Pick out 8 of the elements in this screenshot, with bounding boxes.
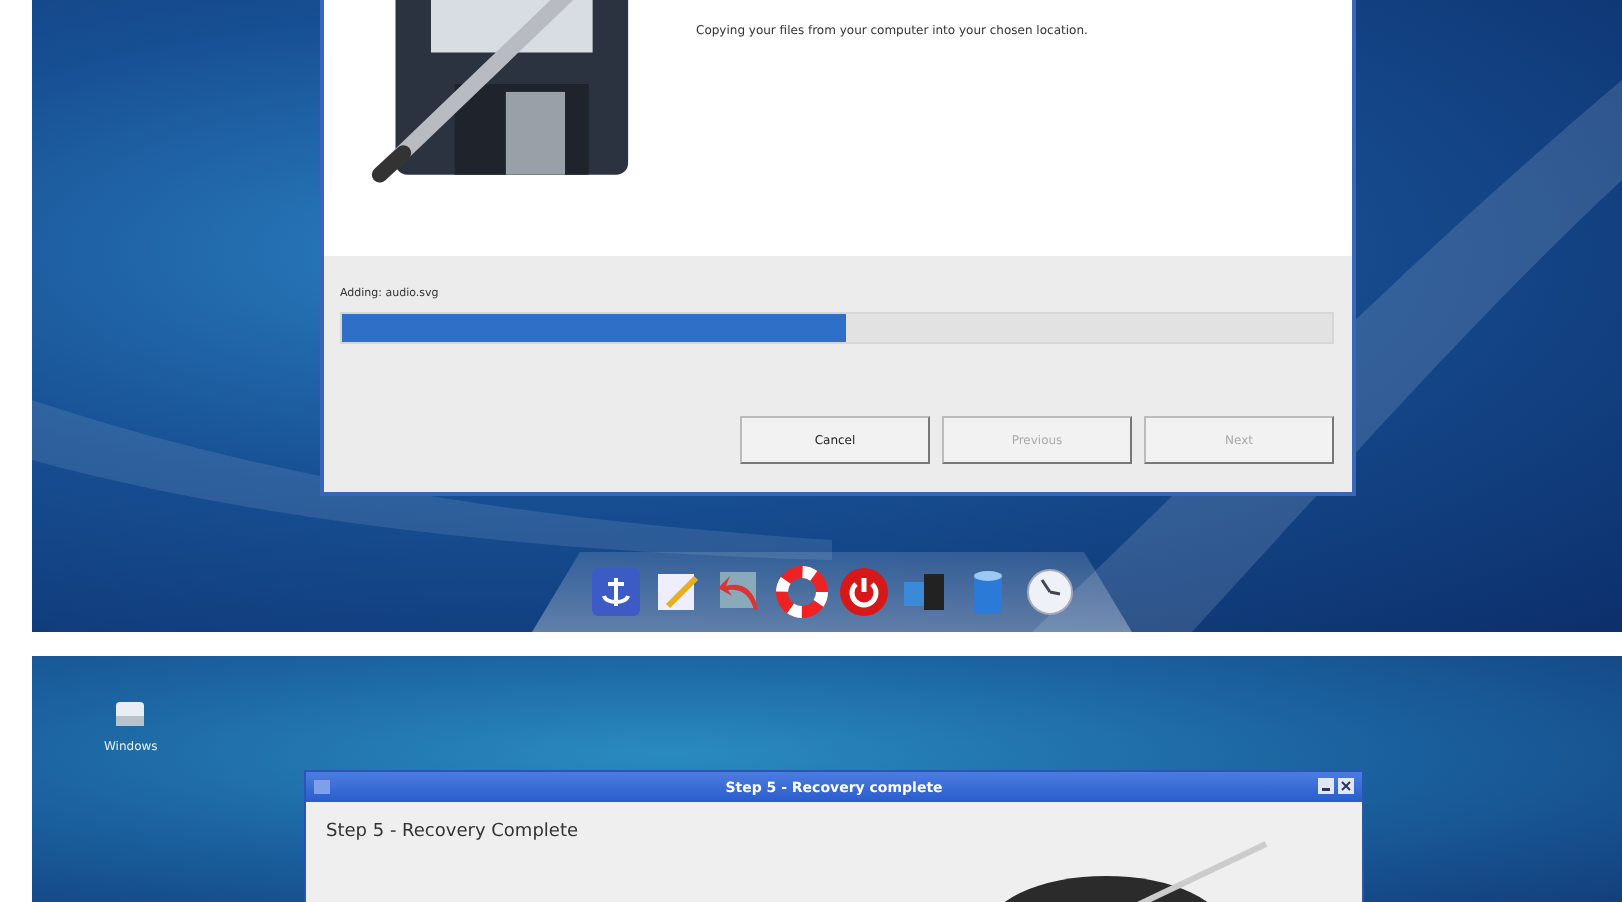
power-icon[interactable] bbox=[837, 566, 889, 618]
close-icon[interactable] bbox=[1338, 778, 1354, 794]
drive-icon[interactable] bbox=[114, 700, 147, 728]
lifebuoy-icon[interactable] bbox=[775, 566, 827, 618]
minimize-icon[interactable] bbox=[1318, 778, 1334, 794]
clock-icon[interactable] bbox=[1023, 566, 1075, 618]
step-heading: Step 5 - Recovery Complete bbox=[326, 822, 581, 842]
anchor-icon[interactable] bbox=[589, 566, 641, 618]
